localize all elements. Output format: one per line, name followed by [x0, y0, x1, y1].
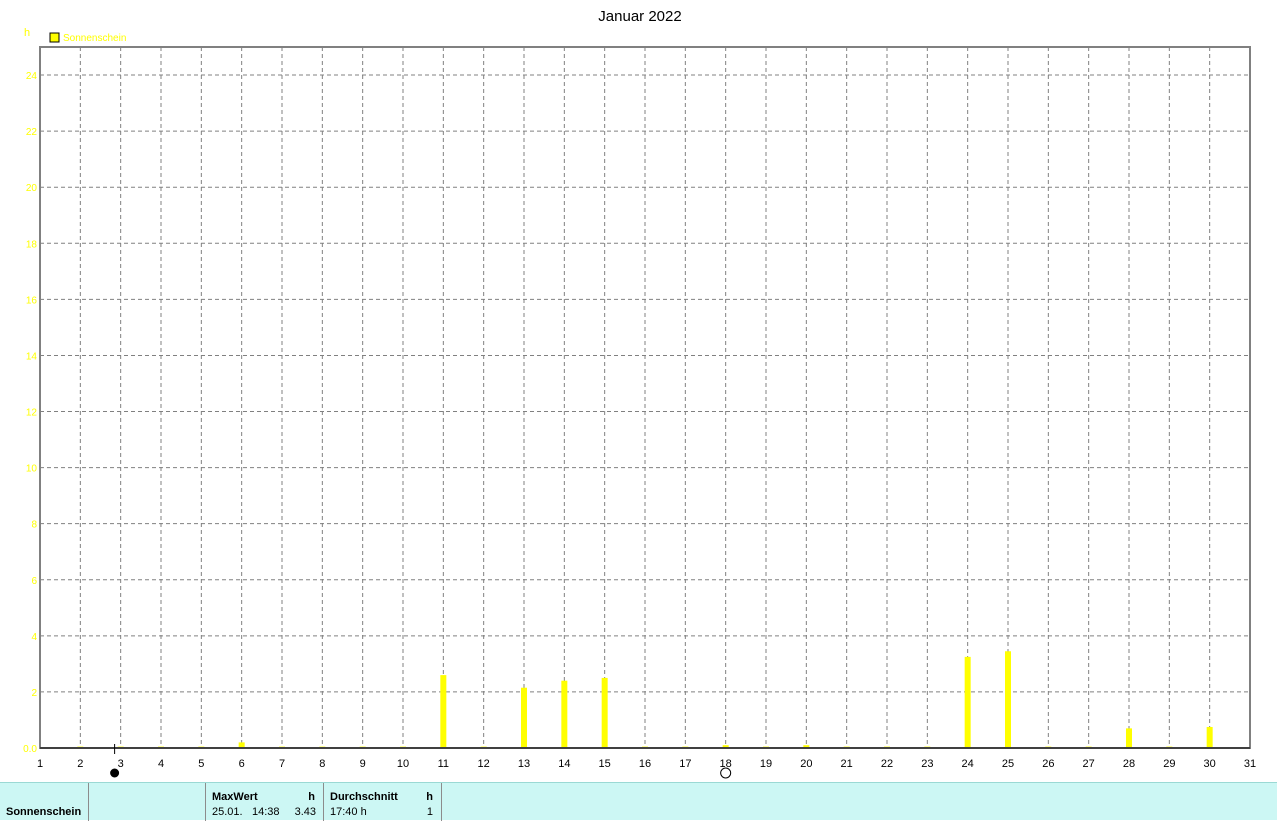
legend-label-sonnenschein: Sonnenschein: [63, 33, 126, 44]
x-tick-label: 25: [1002, 758, 1014, 770]
stats-max-cell: MaxWert h 25.01. 14:38 3.43: [206, 783, 324, 821]
bar: [1206, 726, 1213, 748]
max-date: 25.01.: [212, 806, 243, 818]
avg-value: 17:40 h: [330, 806, 367, 818]
y-tick-label: 6: [31, 576, 37, 587]
x-tick-label: 2: [77, 758, 83, 770]
y-tick-label: 20: [26, 183, 38, 194]
x-tick-label: 23: [921, 758, 933, 770]
x-tick-label: 30: [1204, 758, 1216, 770]
y-tick-label: 8: [31, 520, 37, 531]
x-tick-label: 19: [760, 758, 772, 770]
x-tick-label: 8: [319, 758, 325, 770]
x-tick-label: 24: [962, 758, 974, 770]
x-tick-label: 11: [438, 758, 449, 770]
bar: [1126, 728, 1132, 748]
new-moon-icon: [110, 768, 120, 778]
bar: [521, 687, 527, 748]
y-tick-label: 16: [26, 295, 38, 306]
max-header: MaxWert: [212, 791, 258, 803]
legend-swatch-sonnenschein: [49, 32, 60, 43]
max-unit: h: [308, 791, 315, 803]
x-tick-label: 16: [639, 758, 651, 770]
y-tick-label: 0.0: [23, 744, 37, 755]
y-axis-unit: h: [24, 27, 30, 39]
grid: [40, 47, 1250, 748]
y-tick-label: 2: [31, 688, 37, 699]
avg-unit: h: [426, 791, 433, 803]
x-ticks: 1 2 3 4 5 6 7 8 9 10 11 12 13 14 15 16 17 18 19 20 21 22 23 24 2…: [37, 758, 1256, 770]
x-tick-label: 29: [1163, 758, 1175, 770]
x-tick-label: 17: [679, 758, 691, 770]
x-tick-label: 31: [1244, 758, 1256, 770]
stats-row-label: Sonnenschein: [6, 806, 82, 818]
statistics-table: Sonnenschein MaxWert h 25.01. 14:38 3.43…: [0, 782, 1277, 821]
chart: Januar 2022 h Sonnenschein 0.02468101214…: [23, 8, 1256, 779]
avg-header: Durchschnitt: [330, 791, 398, 803]
x-tick-label: 10: [397, 758, 409, 770]
max-time: 14:38: [252, 806, 280, 818]
max-value: 3.43: [294, 806, 316, 818]
x-tick-label: 7: [279, 758, 285, 770]
stats-spacer-cell: [89, 783, 206, 821]
x-tick-label: 26: [1042, 758, 1054, 770]
stats-row-label-cell: Sonnenschein: [0, 783, 89, 821]
full-moon-icon: [720, 767, 732, 779]
x-tick-label: 13: [518, 758, 530, 770]
y-tick-label: 24: [26, 71, 38, 82]
bar: [440, 675, 447, 748]
x-tick-label: 12: [478, 758, 490, 770]
bar: [561, 680, 568, 748]
y-ticks: 0.024681012141618202224: [23, 71, 37, 755]
y-tick-label: 22: [26, 127, 38, 138]
bar: [1005, 651, 1011, 748]
x-tick-label: 14: [558, 758, 570, 770]
y-tick-label: 18: [26, 239, 38, 250]
x-tick-label: 21: [841, 758, 853, 770]
stats-avg-cell: Durchschnitt h 17:40 h 1: [324, 783, 442, 821]
y-tick-label: 12: [26, 408, 38, 419]
x-tick-label: 4: [158, 758, 164, 770]
x-tick-label: 1: [37, 758, 43, 770]
x-tick-label: 27: [1083, 758, 1095, 770]
x-tick-label: 28: [1123, 758, 1135, 770]
y-tick-label: 14: [26, 351, 38, 362]
x-tick-label: 22: [881, 758, 893, 770]
x-tick-label: 5: [198, 758, 204, 770]
y-tick-label: 4: [31, 632, 37, 643]
x-tick-label: 9: [360, 758, 366, 770]
legend: Sonnenschein: [49, 32, 126, 44]
x-tick-label: 6: [239, 758, 245, 770]
x-tick-label: 3: [118, 758, 124, 770]
y-tick-label: 10: [26, 464, 38, 475]
bar: [964, 656, 971, 748]
avg-count: 1: [426, 806, 433, 818]
x-tick-label: 15: [599, 758, 611, 770]
chart-title: Januar 2022: [598, 8, 681, 25]
bar: [601, 677, 608, 748]
x-tick-label: 20: [800, 758, 812, 770]
